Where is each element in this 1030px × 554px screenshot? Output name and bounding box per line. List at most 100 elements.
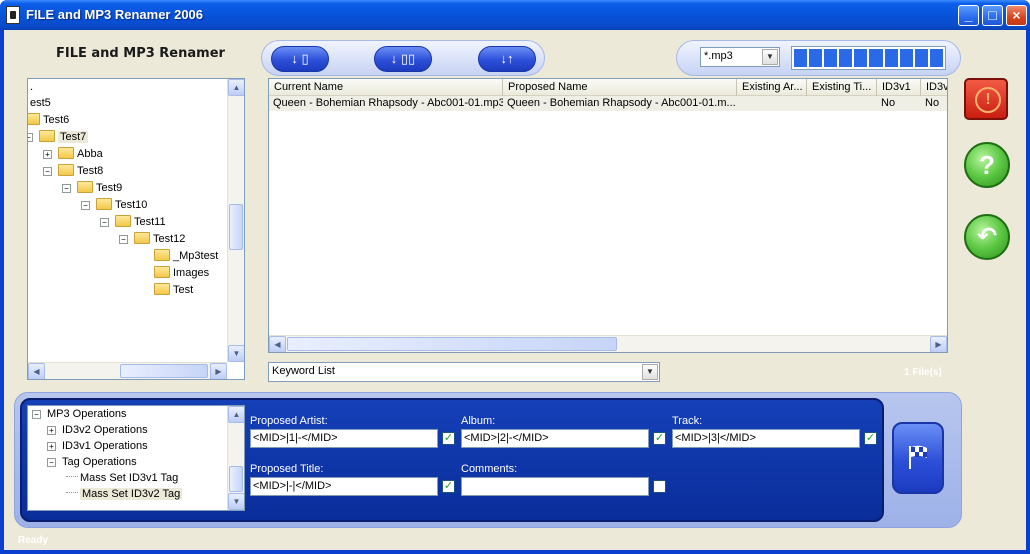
arrow-updown-icon: ↓↑ — [500, 51, 514, 66]
stop-button[interactable] — [964, 78, 1008, 120]
scroll-left-icon[interactable]: ◀ — [28, 363, 45, 379]
scroll-thumb[interactable] — [287, 337, 617, 351]
collapse-icon[interactable]: − — [81, 201, 90, 210]
tree-item[interactable]: + ID3v1 Operations — [47, 438, 148, 454]
title-checkbox[interactable]: ✓ — [442, 480, 455, 493]
title-bar[interactable]: FILE and MP3 Renamer 2006 _ □ × — [0, 0, 1030, 30]
column-proposed-name[interactable]: Proposed Name — [503, 79, 737, 96]
column-existing-title[interactable]: Existing Ti... — [807, 79, 877, 96]
tree-item[interactable]: + Abba — [43, 146, 103, 162]
column-existing-artist[interactable]: Existing Ar... — [737, 79, 807, 96]
progress-segment — [929, 49, 943, 67]
column-current-name[interactable]: Current Name — [269, 79, 503, 96]
chevron-down-icon[interactable]: ▼ — [762, 49, 778, 65]
track-field[interactable]: <MID>|3|</MID> — [672, 429, 860, 448]
tree-item[interactable]: _Mp3test — [154, 248, 218, 264]
progress-segment — [854, 49, 868, 67]
expand-icon[interactable]: + — [43, 150, 52, 159]
folder-tree[interactable]: . est5 Test6 −Test7 +Abba −Test8 −Test9 … — [27, 78, 245, 380]
column-id3v2[interactable]: ID3v — [921, 79, 947, 96]
keyword-list-select[interactable]: Keyword List ▼ — [268, 362, 660, 382]
collapse-icon[interactable]: − — [119, 235, 128, 244]
scroll-down-icon[interactable]: ▼ — [228, 493, 244, 510]
list-header: Current Name Proposed Name Existing Ar..… — [269, 79, 947, 96]
run-button[interactable] — [892, 422, 944, 494]
album-field[interactable]: <MID>|2|-</MID> — [461, 429, 649, 448]
window-title: FILE and MP3 Renamer 2006 — [26, 7, 204, 22]
tree-item[interactable]: Test — [154, 282, 193, 298]
tree-item[interactable]: − Test9 — [62, 180, 122, 196]
minimize-button[interactable]: _ — [958, 5, 979, 26]
progress-segment — [824, 49, 838, 67]
load-files-button[interactable]: ↓ ▯ — [271, 46, 329, 72]
undo-arrow-icon: ↶ — [976, 223, 998, 250]
comments-field[interactable] — [461, 477, 649, 496]
scroll-thumb[interactable] — [120, 364, 208, 378]
tree-item[interactable]: − MP3 Operations — [32, 406, 126, 422]
scroll-right-icon[interactable]: ▶ — [210, 363, 227, 379]
scroll-right-icon[interactable]: ▶ — [930, 336, 947, 352]
scroll-thumb[interactable] — [229, 466, 243, 492]
close-button[interactable]: × — [1006, 5, 1027, 26]
folder-open-icon — [77, 181, 93, 193]
tree-item[interactable]: − Test12 — [119, 231, 185, 247]
collapse-icon[interactable]: − — [28, 133, 33, 142]
list-horizontal-scrollbar[interactable]: ◀ ▶ — [269, 335, 947, 352]
tree-vertical-scrollbar[interactable]: ▲ ▼ — [227, 79, 244, 362]
operations-tree[interactable]: − MP3 Operations + ID3v2 Operations + ID3v1… — [27, 405, 245, 511]
tree-horizontal-scrollbar[interactable]: ◀ ▶ — [28, 362, 227, 379]
ops-vertical-scrollbar[interactable]: ▲ ▼ — [227, 406, 244, 510]
file-list[interactable]: Current Name Proposed Name Existing Ar..… — [268, 78, 948, 353]
tree-item-selected[interactable]: −Test7 — [28, 129, 89, 145]
tree-item[interactable]: . — [30, 79, 33, 95]
tree-item[interactable]: est5 — [30, 95, 51, 111]
extension-select[interactable]: *.mp3 ▼ — [700, 47, 780, 67]
keyword-list-value: Keyword List — [272, 365, 335, 377]
collapse-icon[interactable]: − — [62, 184, 71, 193]
tree-item[interactable]: − Tag Operations — [47, 454, 137, 470]
album-checkbox[interactable]: ✓ — [653, 432, 666, 445]
tree-item[interactable]: − Test8 — [43, 163, 103, 179]
tree-item[interactable]: Test6 — [28, 112, 69, 128]
scroll-thumb[interactable] — [229, 204, 243, 250]
extension-value: *.mp3 — [704, 50, 733, 62]
cell-id3v2: No — [925, 97, 940, 109]
progress-segment — [869, 49, 883, 67]
collapse-icon[interactable]: − — [43, 167, 52, 176]
comments-checkbox[interactable] — [653, 480, 666, 493]
help-button[interactable]: ? — [964, 142, 1010, 188]
tree-item-selected[interactable]: Mass Set ID3v2 Tag — [66, 486, 183, 502]
folder-open-icon — [115, 215, 131, 227]
chevron-down-icon[interactable]: ▼ — [642, 364, 658, 380]
scroll-up-icon[interactable]: ▲ — [228, 406, 244, 423]
load-folder-button[interactable]: ↓ ▯▯ — [374, 46, 432, 72]
cell-current-name: Queen - Bohemian Rhapsody - Abc001-01.mp… — [273, 97, 503, 109]
status-text: Ready — [18, 535, 49, 546]
progress-segment — [794, 49, 808, 67]
collapse-icon[interactable]: − — [32, 410, 41, 419]
table-row[interactable]: Queen - Bohemian Rhapsody - Abc001-01.mp… — [269, 96, 947, 111]
tree-item[interactable]: Mass Set ID3v1 Tag — [66, 470, 178, 486]
scroll-up-icon[interactable]: ▲ — [228, 79, 244, 96]
artist-label: Proposed Artist: — [250, 415, 328, 427]
track-checkbox[interactable]: ✓ — [864, 432, 877, 445]
expand-icon[interactable]: + — [47, 426, 56, 435]
sort-button[interactable]: ↓↑ — [478, 46, 536, 72]
expand-icon[interactable]: + — [47, 442, 56, 451]
artist-checkbox[interactable]: ✓ — [442, 432, 455, 445]
question-icon: ? — [979, 150, 995, 180]
tree-item[interactable]: − Test10 — [81, 197, 147, 213]
scroll-left-icon[interactable]: ◀ — [269, 336, 286, 352]
tree-item[interactable]: − Test11 — [100, 214, 166, 230]
maximize-button[interactable]: □ — [982, 5, 1003, 26]
artist-field[interactable]: <MID>|1|-</MID> — [250, 429, 438, 448]
scroll-down-icon[interactable]: ▼ — [228, 345, 244, 362]
tree-item[interactable]: Images — [154, 265, 209, 281]
tree-item[interactable]: + ID3v2 Operations — [47, 422, 148, 438]
title-field[interactable]: <MID>|-|</MID> — [250, 477, 438, 496]
progress-segment — [884, 49, 898, 67]
collapse-icon[interactable]: − — [100, 218, 109, 227]
column-id3v1[interactable]: ID3v1 — [877, 79, 921, 96]
undo-button[interactable]: ↶ — [964, 214, 1010, 260]
collapse-icon[interactable]: − — [47, 458, 56, 467]
